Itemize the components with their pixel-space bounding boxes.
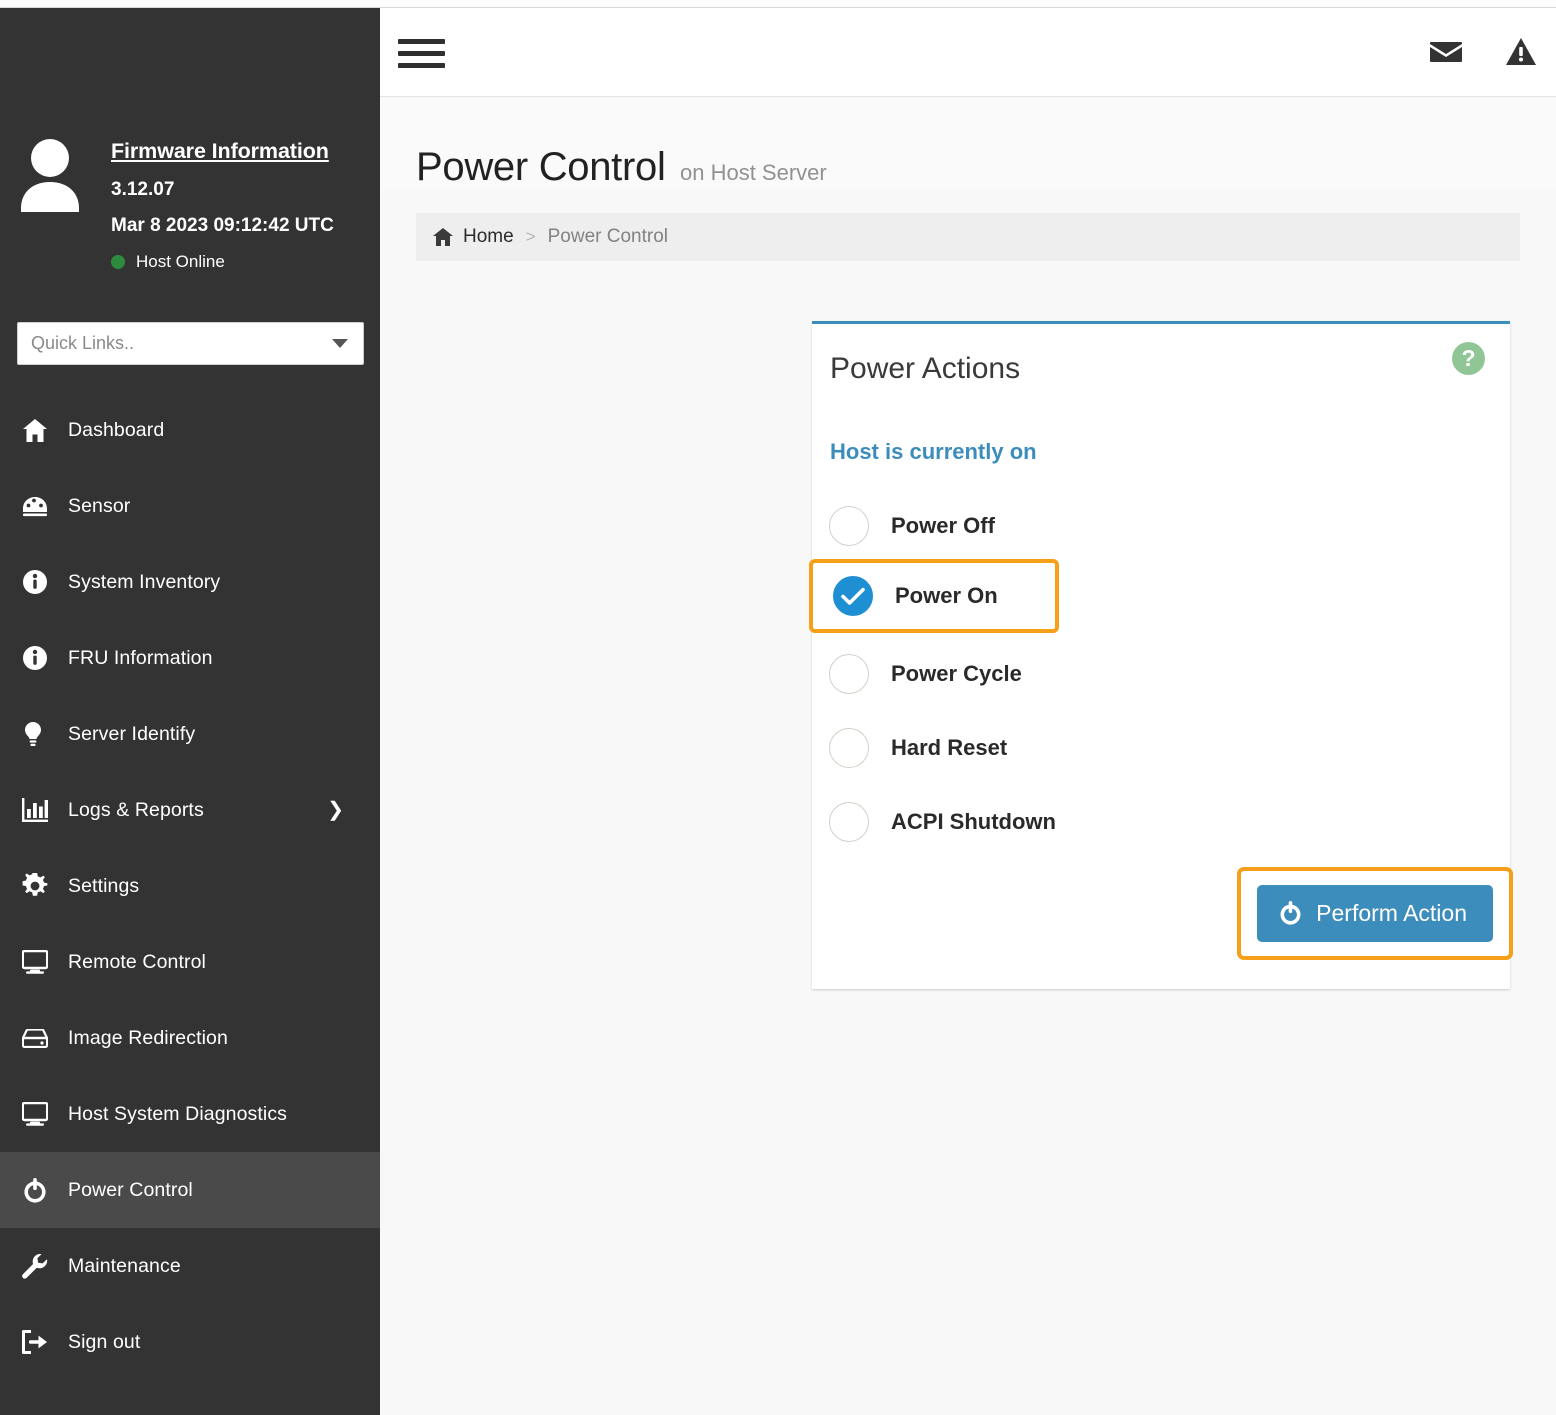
- power-option-label: Hard Reset: [891, 735, 1007, 761]
- power-option-power-cycle[interactable]: Power Cycle: [812, 637, 1510, 711]
- sidebar-item-label: System Inventory: [68, 571, 220, 594]
- quick-links-select[interactable]: Quick Links..: [17, 322, 364, 365]
- host-status: Host Online: [111, 252, 334, 272]
- power-option-hard-reset[interactable]: Hard Reset: [812, 711, 1510, 785]
- perform-action-button[interactable]: Perform Action: [1257, 885, 1493, 942]
- status-dot-icon: [111, 255, 125, 269]
- power-option-power-on[interactable]: Power On: [809, 559, 1059, 633]
- sidebar-item-label: Dashboard: [68, 419, 164, 442]
- main-content: Power Control on Host Server Home > Powe…: [380, 97, 1556, 1415]
- lightbulb-icon: [22, 722, 60, 747]
- sidebar-item-server-identify[interactable]: Server Identify: [0, 696, 380, 772]
- envelope-icon[interactable]: [1430, 40, 1462, 64]
- sidebar-item-dashboard[interactable]: Dashboard: [0, 392, 380, 468]
- sidebar-item-label: Sign out: [68, 1331, 140, 1354]
- info-circle-icon: [22, 645, 60, 671]
- card-footer: Perform Action: [812, 859, 1510, 989]
- power-option-label: Power Off: [891, 513, 995, 539]
- sidebar-item-label: Host System Diagnostics: [68, 1103, 287, 1126]
- power-option-label: Power Cycle: [891, 661, 1022, 687]
- sidebar-item-label: Logs & Reports: [68, 799, 204, 822]
- breadcrumb-separator: >: [526, 227, 536, 247]
- firmware-date: Mar 8 2023 09:12:42 UTC: [111, 216, 334, 237]
- wrench-icon: [22, 1254, 60, 1279]
- sign-out-icon: [22, 1330, 60, 1354]
- power-option-label: ACPI Shutdown: [891, 809, 1056, 835]
- firmware-version: 3.12.07: [111, 180, 334, 201]
- breadcrumb: Home > Power Control: [416, 213, 1520, 261]
- sidebar-item-image-redirection[interactable]: Image Redirection: [0, 1000, 380, 1076]
- sidebar: Firmware Information 3.12.07 Mar 8 2023 …: [0, 8, 380, 1415]
- power-actions-card-wrapper: Power Actions ? Host is currently on Pow…: [812, 321, 1510, 989]
- sidebar-item-system-inventory[interactable]: System Inventory: [0, 544, 380, 620]
- sidebar-item-logs-reports[interactable]: Logs & Reports ❯: [0, 772, 380, 848]
- topbar: [380, 8, 1556, 97]
- card-header: Power Actions ?: [812, 324, 1510, 386]
- sidebar-item-label: Settings: [68, 875, 139, 898]
- quick-links-label: Quick Links..: [31, 333, 332, 354]
- sidebar-item-settings[interactable]: Settings: [0, 848, 380, 924]
- browser-chrome-sliver: [0, 0, 1556, 8]
- firmware-information-link[interactable]: Firmware Information: [111, 140, 329, 164]
- firmware-info-block: Firmware Information 3.12.07 Mar 8 2023 …: [0, 8, 380, 272]
- gauge-icon: [22, 494, 60, 518]
- power-option-highlight-slot: Power On: [812, 563, 1510, 637]
- monitor-icon: [22, 1102, 60, 1126]
- disk-icon: [22, 1029, 60, 1048]
- sidebar-item-maintenance[interactable]: Maintenance: [0, 1228, 380, 1304]
- page-header: Power Control on Host Server: [380, 97, 1556, 190]
- card-title: Power Actions: [830, 352, 1020, 385]
- power-option-acpi-shutdown[interactable]: ACPI Shutdown: [812, 785, 1510, 859]
- power-icon: [22, 1178, 60, 1203]
- radio-checked-icon[interactable]: [833, 576, 873, 616]
- page-subtitle: on Host Server: [680, 160, 827, 185]
- host-status-label: Host Online: [136, 252, 225, 272]
- application-root: Firmware Information 3.12.07 Mar 8 2023 …: [0, 0, 1556, 1415]
- sidebar-item-power-control[interactable]: Power Control: [0, 1152, 380, 1228]
- radio-unchecked-icon[interactable]: [829, 654, 869, 694]
- power-actions-card: Power Actions ? Host is currently on Pow…: [812, 321, 1510, 989]
- sidebar-item-label: Server Identify: [68, 723, 195, 746]
- radio-unchecked-icon[interactable]: [829, 802, 869, 842]
- power-icon: [1279, 901, 1302, 926]
- breadcrumb-home-link[interactable]: Home: [463, 226, 514, 248]
- sidebar-item-label: Remote Control: [68, 951, 206, 974]
- sidebar-item-sign-out[interactable]: Sign out: [0, 1304, 380, 1380]
- sidebar-item-label: Sensor: [68, 495, 130, 518]
- breadcrumb-current: Power Control: [548, 226, 668, 248]
- chevron-down-icon: [332, 339, 348, 348]
- topbar-icons: [1430, 38, 1536, 65]
- perform-action-label: Perform Action: [1316, 900, 1467, 927]
- sidebar-item-label: Power Control: [68, 1179, 193, 1202]
- perform-action-highlight: Perform Action: [1237, 867, 1513, 960]
- radio-unchecked-icon[interactable]: [829, 728, 869, 768]
- radio-unchecked-icon[interactable]: [829, 506, 869, 546]
- page-title: Power Control: [416, 145, 666, 189]
- bar-chart-icon: [22, 798, 60, 822]
- home-icon: [22, 418, 60, 443]
- monitor-icon: [22, 950, 60, 974]
- sidebar-item-sensor[interactable]: Sensor: [0, 468, 380, 544]
- gear-icon: [22, 873, 60, 899]
- question-mark-icon[interactable]: ?: [1452, 342, 1485, 375]
- power-option-power-off[interactable]: Power Off: [812, 489, 1510, 563]
- power-option-label: Power On: [895, 583, 998, 609]
- sidebar-item-label: Image Redirection: [68, 1027, 228, 1050]
- hamburger-icon[interactable]: [398, 37, 445, 70]
- sidebar-item-fru-information[interactable]: FRU Information: [0, 620, 380, 696]
- chevron-right-icon: ❯: [327, 800, 344, 820]
- sidebar-item-host-system-diagnostics[interactable]: Host System Diagnostics: [0, 1076, 380, 1152]
- sidebar-item-label: FRU Information: [68, 647, 213, 670]
- info-circle-icon: [22, 569, 60, 595]
- power-options-list: Power Off Power On Power Cycle Hard Reset AC…: [812, 489, 1510, 859]
- host-state-label: Host is currently on: [830, 439, 1510, 465]
- home-icon: [433, 228, 453, 246]
- sidebar-item-label: Maintenance: [68, 1255, 181, 1278]
- sidebar-nav: Dashboard Sensor System Inventory FRU Infor…: [0, 392, 380, 1380]
- warning-triangle-icon[interactable]: [1506, 38, 1536, 65]
- sidebar-item-remote-control[interactable]: Remote Control: [0, 924, 380, 1000]
